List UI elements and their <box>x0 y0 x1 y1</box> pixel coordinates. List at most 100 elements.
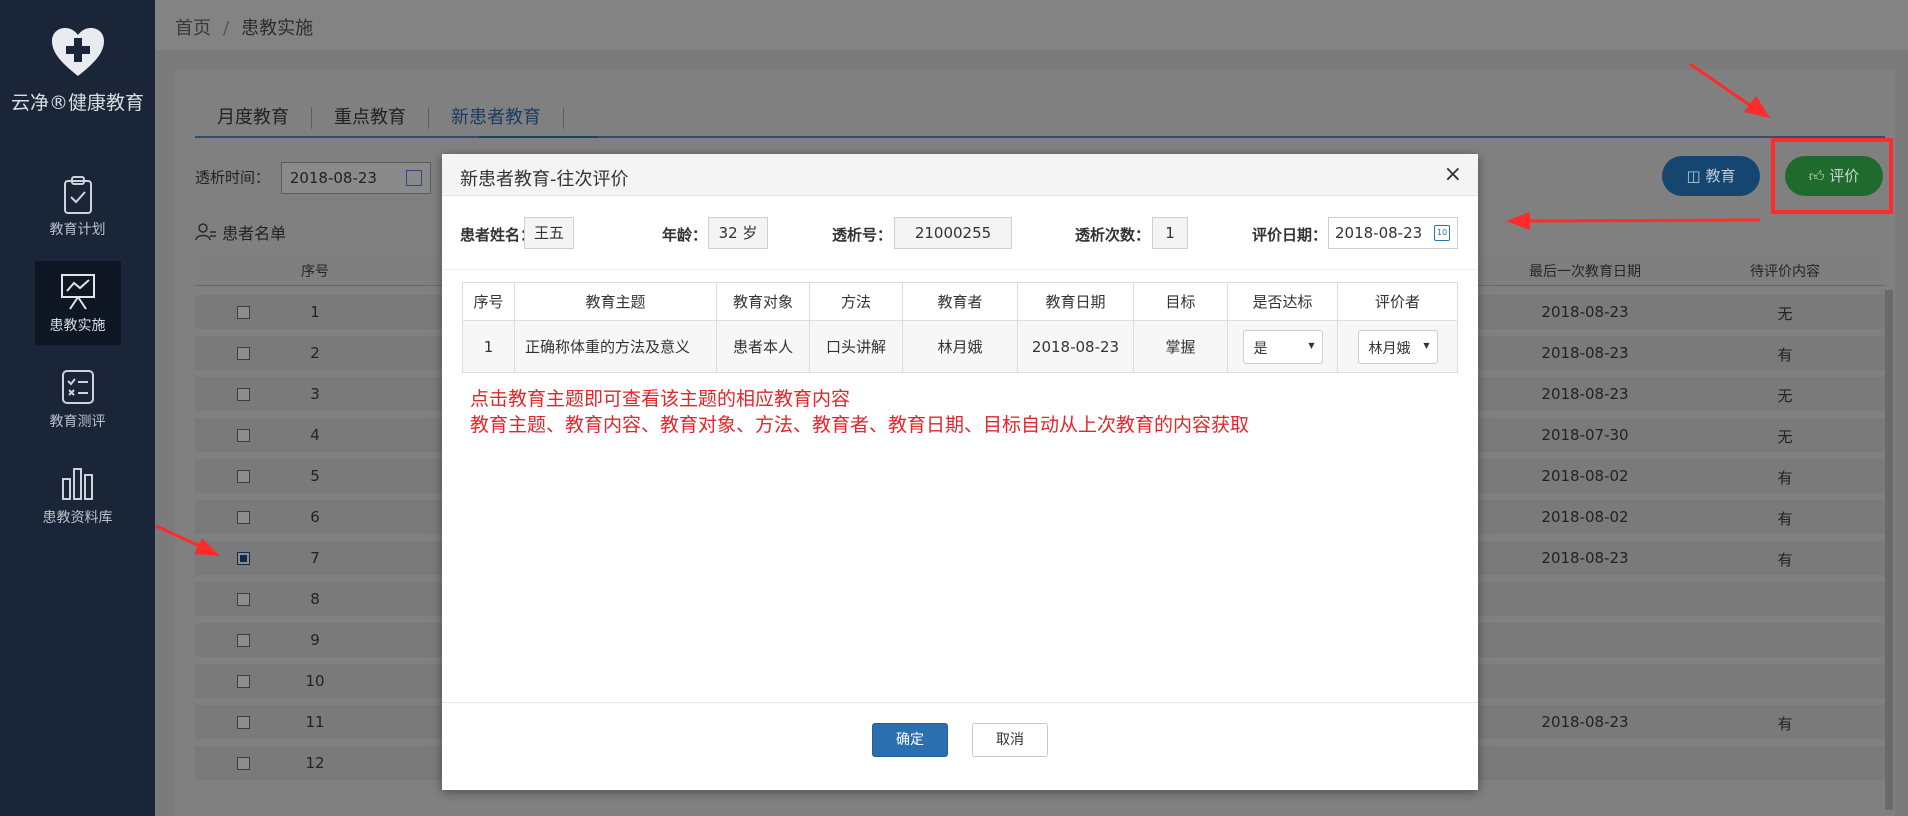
row-checkbox[interactable] <box>237 593 250 606</box>
dialysis-date-input[interactable]: 2018-08-23 <box>280 162 431 194</box>
column-header: 是否达标 <box>1227 282 1338 321</box>
cell-seq: 10 <box>305 672 325 690</box>
sidebar-item-label: 患教资料库 <box>42 510 113 526</box>
row-checkbox[interactable] <box>237 716 250 729</box>
cell-evaluator: 林月娥 <box>1337 320 1458 373</box>
cell-last-date: 2018-08-02 <box>1541 467 1629 485</box>
books-icon <box>60 463 96 503</box>
row-checkbox[interactable] <box>237 757 250 770</box>
sidebar-item-education-implementation[interactable]: 患教实施 <box>34 261 121 345</box>
cell-seq: 12 <box>305 754 325 772</box>
tab-new-patient-education[interactable]: 新患者教育 <box>429 107 564 129</box>
cell-pending: 有 <box>1777 346 1793 364</box>
age-label: 年龄： <box>662 226 708 244</box>
row-checkbox[interactable] <box>237 347 250 360</box>
cell-pending: 有 <box>1777 469 1793 487</box>
sidebar-item-education-assessment[interactable]: 教育测评 <box>35 357 121 441</box>
eval-date-label: 评价日期： <box>1252 226 1328 244</box>
cell-pending: 有 <box>1777 715 1793 733</box>
row-checkbox[interactable] <box>237 552 250 565</box>
heart-cross-logo-icon <box>50 26 106 78</box>
education-history-table: 序号 教育主题 教育对象 方法 教育者 教育日期 目标 是否达标 评价者 1 正… <box>462 282 1458 373</box>
breadcrumb-home-link[interactable]: 首页 <box>175 18 211 39</box>
cell-pending: 有 <box>1777 510 1793 528</box>
education-topic-link[interactable]: 正确称体重的方法及意义 <box>514 320 717 373</box>
cell-pending: 有 <box>1777 551 1793 569</box>
sidebar-item-label: 教育计划 <box>49 222 106 238</box>
logo: 云净®健康教育 <box>0 0 155 115</box>
cell-last-date: 2018-08-23 <box>1541 549 1629 567</box>
cell-seq: 3 <box>310 385 320 403</box>
eval-date-value: 2018-08-23 <box>1335 224 1423 242</box>
cell-last-date: 2018-08-02 <box>1541 508 1629 526</box>
column-header: 评价者 <box>1337 282 1458 321</box>
confirm-button[interactable]: 确定 <box>872 723 948 757</box>
sidebar-nav: 教育计划 患教实施 教育测评 患教资料库 <box>0 165 155 537</box>
cell-target: 患者本人 <box>716 320 810 373</box>
cancel-button[interactable]: 取消 <box>972 723 1048 757</box>
table-header-row: 序号 教育主题 教育对象 方法 教育者 教育日期 目标 是否达标 评价者 <box>462 282 1458 321</box>
sidebar-item-education-library[interactable]: 患教资料库 <box>35 453 121 537</box>
column-header: 目标 <box>1133 282 1228 321</box>
calendar-icon[interactable] <box>1434 225 1450 241</box>
logo-text: 云净®健康教育 <box>10 92 144 114</box>
cell-seq: 5 <box>310 467 320 485</box>
previous-evaluation-dialog: 新患者教育-往次评价 × 患者姓名： 王五 年龄： 32 岁 透析号： 2100… <box>442 154 1478 790</box>
table-scrollbar[interactable] <box>1885 290 1893 810</box>
sidebar: 云净®健康教育 教育计划 患教实施 教育测评 患教资料库 <box>0 0 155 816</box>
cell-last-date: 2018-08-23 <box>1541 385 1629 403</box>
cell-date: 2018-08-23 <box>1017 320 1134 373</box>
sidebar-item-education-plan[interactable]: 教育计划 <box>35 165 121 249</box>
column-header: 教育日期 <box>1017 282 1134 321</box>
eval-date-input[interactable]: 2018-08-23 <box>1328 217 1458 249</box>
sidebar-item-label: 患教实施 <box>49 318 106 334</box>
dialog-header: 新患者教育-往次评价 × <box>442 154 1478 196</box>
column-header: 教育对象 <box>716 282 810 321</box>
breadcrumb-separator: / <box>223 18 230 39</box>
dialysis-no-field: 21000255 <box>894 217 1012 249</box>
cell-last-date: 2018-08-23 <box>1541 344 1629 362</box>
row-checkbox[interactable] <box>237 429 250 442</box>
age-field: 32 岁 <box>708 217 768 249</box>
row-checkbox[interactable] <box>237 306 250 319</box>
row-checkbox[interactable] <box>237 470 250 483</box>
annotation-note-line: 教育主题、教育内容、教育对象、方法、教育者、教育日期、目标自动从上次教育的内容获… <box>470 414 1250 436</box>
dialysis-date-value: 2018-08-23 <box>289 169 377 187</box>
cell-method: 口头讲解 <box>809 320 903 373</box>
calendar-icon[interactable] <box>405 170 422 186</box>
education-button[interactable]: ◫ 教育 <box>1662 156 1760 196</box>
annotation-note-line: 点击教育主题即可查看该主题的相应教育内容 <box>470 388 851 410</box>
column-header: 教育者 <box>902 282 1018 321</box>
cell-seq: 4 <box>310 426 320 444</box>
dialysis-count-field: 1 <box>1152 217 1188 249</box>
annotation-note: 点击教育主题即可查看该主题的相应教育内容 教育主题、教育内容、教育对象、方法、教… <box>470 386 1249 438</box>
achieved-select[interactable]: 是 <box>1242 329 1323 364</box>
cell-seq: 11 <box>305 713 325 731</box>
row-checkbox[interactable] <box>237 675 250 688</box>
cell-last-date: 2018-07-30 <box>1541 426 1629 444</box>
cell-seq: 6 <box>310 508 320 526</box>
cell-seq: 2 <box>310 344 320 362</box>
tab-key-education[interactable]: 重点教育 <box>312 107 429 129</box>
cell-pending: 无 <box>1777 305 1793 323</box>
tab-monthly-education[interactable]: 月度教育 <box>195 107 312 129</box>
row-checkbox[interactable] <box>237 388 250 401</box>
annotation-highlight-box <box>1771 138 1893 214</box>
breadcrumb-current: 患教实施 <box>241 18 314 39</box>
patient-list-title: 患者名单 <box>195 220 286 244</box>
row-checkbox[interactable] <box>237 634 250 647</box>
filter-label: 透析时间： <box>195 168 271 187</box>
close-icon[interactable]: × <box>1444 162 1462 187</box>
column-header: 方法 <box>809 282 903 321</box>
sidebar-item-label: 教育测评 <box>49 414 106 430</box>
checklist-icon <box>60 367 96 407</box>
row-checkbox[interactable] <box>237 511 250 524</box>
dialysis-count-label: 透析次数： <box>1075 226 1151 244</box>
cell-pending: 无 <box>1777 428 1793 446</box>
evaluator-select[interactable]: 林月娥 <box>1357 329 1438 364</box>
cell-seq: 1 <box>310 303 320 321</box>
tab-bar: 月度教育 重点教育 新患者教育 <box>195 98 1885 138</box>
clipboard-check-icon <box>60 175 96 215</box>
column-header-last-date: 最后一次教育日期 <box>1529 264 1641 280</box>
cell-last-date: 2018-08-23 <box>1541 303 1629 321</box>
